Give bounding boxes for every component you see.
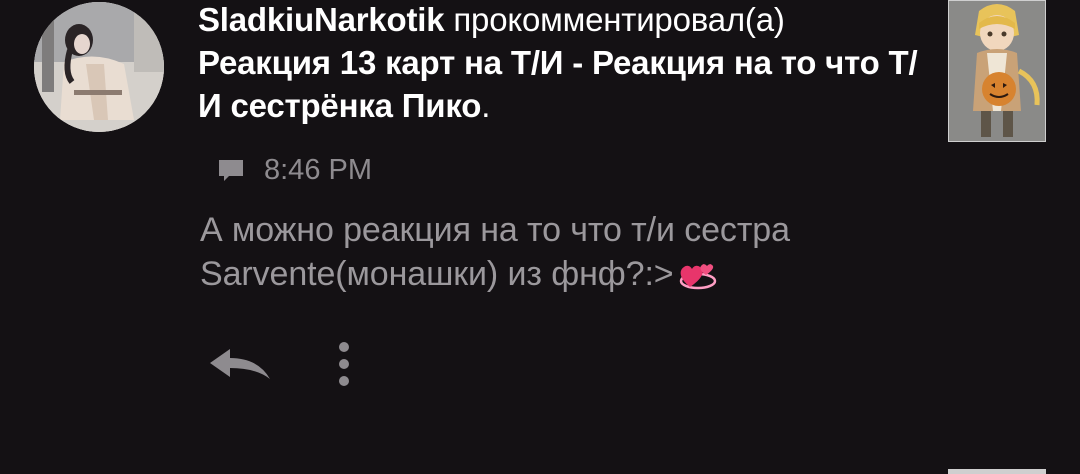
action-text: прокомментировал(а) bbox=[453, 1, 785, 38]
reply-arrow-icon bbox=[210, 349, 270, 379]
user-avatar[interactable] bbox=[34, 2, 164, 132]
reply-button[interactable] bbox=[206, 345, 272, 385]
revolving-hearts-emoji bbox=[679, 264, 716, 290]
comment-text-block: А можно реакция на то что т/и сестра Sar… bbox=[200, 208, 960, 296]
title-period: . bbox=[481, 87, 491, 124]
post-title-link[interactable]: Реакция 13 карт на Т/И - Реакция на то ч… bbox=[198, 44, 918, 124]
next-thumbnail-edge bbox=[948, 469, 1046, 474]
more-vertical-icon bbox=[339, 342, 349, 386]
avatar-image bbox=[34, 2, 164, 132]
notification-screen: SladkiuNarkotik прокомментировал(а) Реак… bbox=[0, 0, 1080, 474]
notification-headline: SladkiuNarkotik прокомментировал(а) Реак… bbox=[198, 0, 918, 127]
post-thumbnail[interactable] bbox=[948, 0, 1046, 142]
comment-icon bbox=[219, 160, 243, 181]
username-link[interactable]: SladkiuNarkotik bbox=[198, 1, 445, 38]
timestamp-row: 8:46 PM bbox=[216, 150, 372, 190]
comment-time: 8:46 PM bbox=[264, 153, 372, 186]
thumbnail-image bbox=[949, 1, 1045, 141]
more-options-button[interactable] bbox=[330, 338, 358, 392]
